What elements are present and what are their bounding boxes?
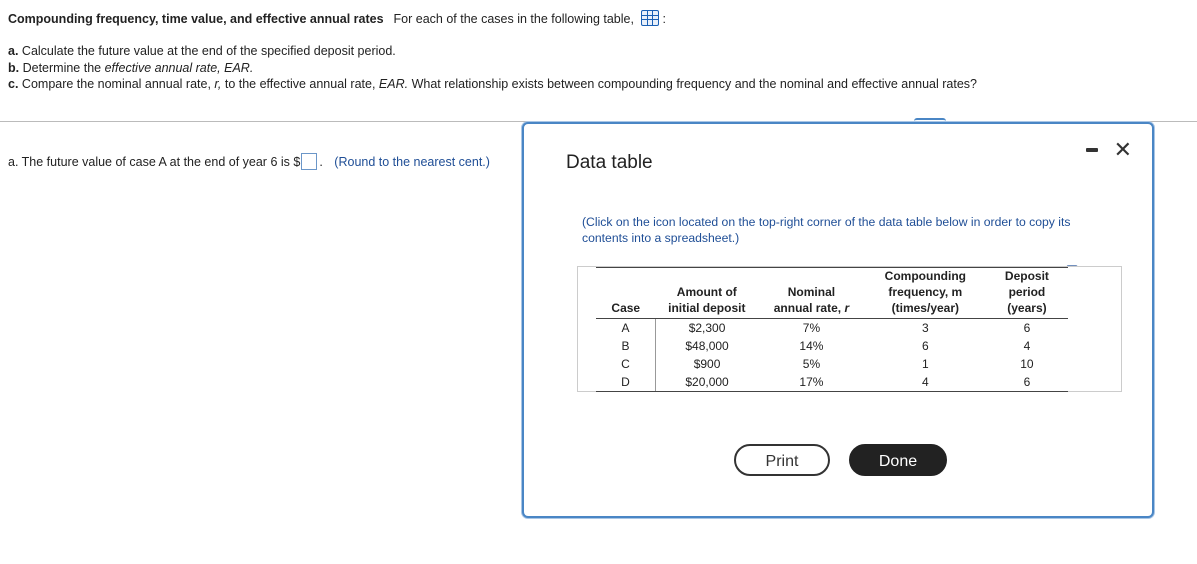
header-colon: :: [662, 12, 666, 26]
col-header-amount: Amount of initial deposit: [655, 267, 759, 319]
data-table: Case Amount of initial deposit Nominal ann…: [596, 267, 1068, 392]
cell-amount: $20,000: [655, 373, 759, 392]
col-header-period: Deposit period (years): [985, 267, 1068, 319]
table-row: B $48,000 14% 6 4: [596, 337, 1068, 355]
cell-period: 4: [1023, 339, 1031, 353]
col-header-compounding: Compounding frequency, m (times/year): [864, 267, 986, 319]
problem-header: Compounding frequency, time value, and e…: [8, 10, 666, 26]
cell-amount: $2,300: [688, 321, 726, 335]
cell-rate: 7%: [802, 321, 821, 335]
question-b-text: Determine the: [22, 61, 102, 75]
col-header-nominal: Nominal annual rate, r: [758, 267, 865, 319]
answer-line: a. The future value of case A at the end…: [8, 153, 490, 170]
question-a-label: a.: [8, 44, 19, 58]
future-value-input[interactable]: [301, 153, 318, 170]
cell-case: A: [596, 318, 656, 337]
close-icon[interactable]: ✕: [1114, 139, 1132, 161]
cell-period: 10: [1020, 357, 1034, 371]
done-button[interactable]: Done: [849, 444, 947, 476]
cell-frequency: 1: [921, 357, 929, 371]
question-c-text-3: What relationship exists between compoun…: [411, 77, 977, 91]
data-table-panel: Case Amount of initial deposit Nominal ann…: [577, 266, 1122, 392]
cell-period: 6: [985, 373, 1068, 392]
minimize-icon[interactable]: [1086, 148, 1098, 152]
problem-title: Compounding frequency, time value, and e…: [8, 12, 384, 26]
problem-intro: For each of the cases in the following t…: [393, 12, 634, 26]
cell-frequency: 6: [921, 339, 929, 353]
cell-amount: $900: [693, 357, 721, 371]
question-c-text-1: Compare the nominal annual rate,: [21, 77, 211, 91]
question-b-label: b.: [8, 61, 20, 75]
answer-suffix: .: [319, 155, 323, 169]
question-c-text-2: to the effective annual rate,: [224, 77, 376, 91]
question-b-italic: effective annual rate, EAR.: [104, 61, 254, 75]
cell-frequency: 3: [921, 321, 929, 335]
dialog-title: Data table: [566, 152, 653, 173]
answer-prefix: a. The future value of case A at the end…: [8, 155, 301, 169]
table-row: D $20,000 17% 4 6: [596, 373, 1068, 392]
print-button[interactable]: Print: [734, 444, 830, 476]
cell-period: 6: [1023, 321, 1031, 335]
question-c-label: c.: [8, 77, 19, 91]
table-row: A $2,300 7% 3 6: [596, 318, 1068, 337]
cell-case: B: [596, 337, 656, 355]
cell-rate: 5%: [802, 357, 821, 371]
copy-instructions: (Click on the icon located on the top-ri…: [582, 215, 1071, 245]
question-c: c. Compare the nominal annual rate, r, t…: [8, 77, 977, 91]
cell-rate: 17%: [758, 373, 865, 392]
question-a-text: Calculate the future value at the end of…: [21, 44, 396, 58]
cell-case: C: [596, 355, 656, 373]
cell-rate: 14%: [799, 339, 824, 353]
question-a: a. Calculate the future value at the end…: [8, 44, 396, 58]
question-b: b. Determine the effective annual rate, …: [8, 61, 253, 75]
cell-case: D: [596, 373, 656, 392]
cell-amount: $48,000: [685, 339, 729, 353]
col-header-case: Case: [596, 267, 656, 319]
question-c-r: r,: [214, 77, 222, 91]
rounding-note: (Round to the nearest cent.): [334, 155, 490, 169]
data-table-dialog: Data table ✕ (Click on the icon located …: [522, 122, 1154, 518]
table-grid-icon[interactable]: [641, 10, 660, 26]
question-c-ear: EAR.: [378, 77, 409, 91]
cell-frequency: 4: [864, 373, 986, 392]
table-row: C $900 5% 1 10: [596, 355, 1068, 373]
